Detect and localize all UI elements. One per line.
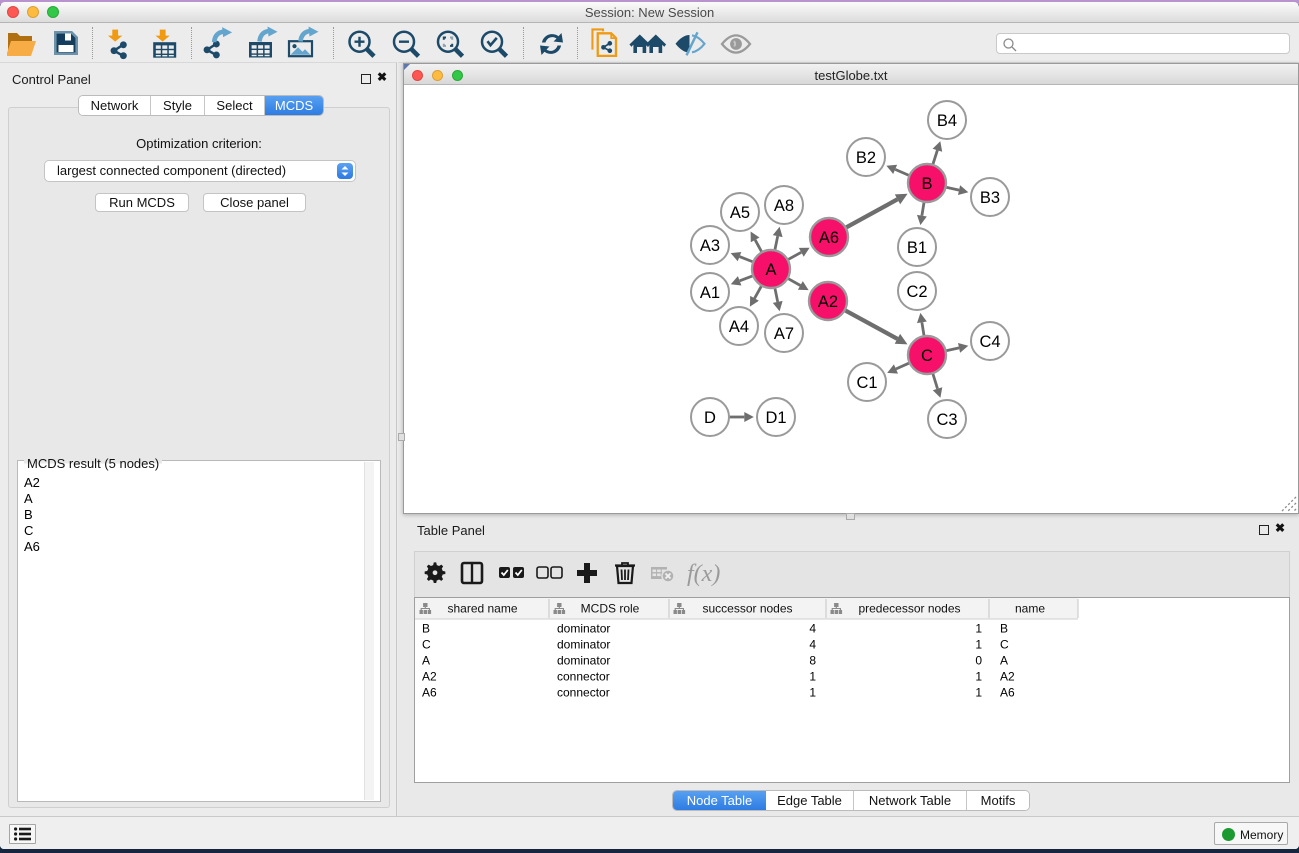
svg-text:D1: D1 — [765, 409, 786, 427]
svg-text:A6: A6 — [1000, 686, 1015, 700]
svg-text:A4: A4 — [729, 318, 749, 336]
svg-text:1: 1 — [975, 670, 982, 684]
svg-text:A: A — [765, 261, 776, 279]
svg-text:1: 1 — [975, 638, 982, 652]
svg-text:A: A — [1000, 654, 1008, 668]
svg-text:predecessor nodes: predecessor nodes — [858, 602, 960, 616]
svg-text:dominator: dominator — [557, 638, 610, 652]
svg-text:dominator: dominator — [557, 654, 610, 668]
svg-text:0: 0 — [975, 654, 982, 668]
svg-text:A8: A8 — [774, 197, 794, 215]
svg-text:C4: C4 — [979, 333, 1000, 351]
svg-text:B1: B1 — [907, 239, 927, 257]
svg-text:B3: B3 — [980, 189, 1000, 207]
svg-text:A3: A3 — [700, 237, 720, 255]
svg-text:C: C — [422, 638, 431, 652]
svg-text:D: D — [704, 409, 716, 427]
svg-text:1: 1 — [975, 686, 982, 700]
svg-text:A7: A7 — [774, 325, 794, 343]
svg-text:C1: C1 — [856, 374, 877, 392]
svg-text:C: C — [1000, 638, 1009, 652]
svg-text:1: 1 — [975, 622, 982, 636]
svg-text:shared name: shared name — [447, 602, 517, 616]
svg-text:f(x): f(x) — [687, 561, 720, 587]
svg-text:B2: B2 — [856, 149, 876, 167]
svg-text:dominator: dominator — [557, 622, 610, 636]
svg-text:C2: C2 — [906, 283, 927, 301]
svg-text:connector: connector — [557, 686, 610, 700]
svg-text:C: C — [921, 347, 933, 365]
svg-text:A2: A2 — [422, 670, 437, 684]
svg-text:A1: A1 — [700, 284, 720, 302]
svg-text:B: B — [422, 622, 430, 636]
svg-text:8: 8 — [809, 654, 816, 668]
svg-text:A6: A6 — [422, 686, 437, 700]
svg-text:A6: A6 — [819, 229, 839, 247]
svg-text:4: 4 — [809, 638, 816, 652]
svg-text:successor nodes: successor nodes — [702, 602, 792, 616]
svg-text:B4: B4 — [937, 112, 957, 130]
svg-text:A: A — [422, 654, 430, 668]
svg-text:C3: C3 — [936, 411, 957, 429]
svg-text:name: name — [1015, 602, 1045, 616]
svg-text:MCDS role: MCDS role — [581, 602, 640, 616]
svg-text:A2: A2 — [1000, 670, 1015, 684]
svg-text:B: B — [921, 175, 932, 193]
svg-text:A2: A2 — [818, 293, 838, 311]
svg-text:1: 1 — [809, 670, 816, 684]
svg-text:B: B — [1000, 622, 1008, 636]
svg-text:1: 1 — [809, 686, 816, 700]
svg-text:4: 4 — [809, 622, 816, 636]
svg-text:connector: connector — [557, 670, 610, 684]
svg-text:A5: A5 — [730, 204, 750, 222]
